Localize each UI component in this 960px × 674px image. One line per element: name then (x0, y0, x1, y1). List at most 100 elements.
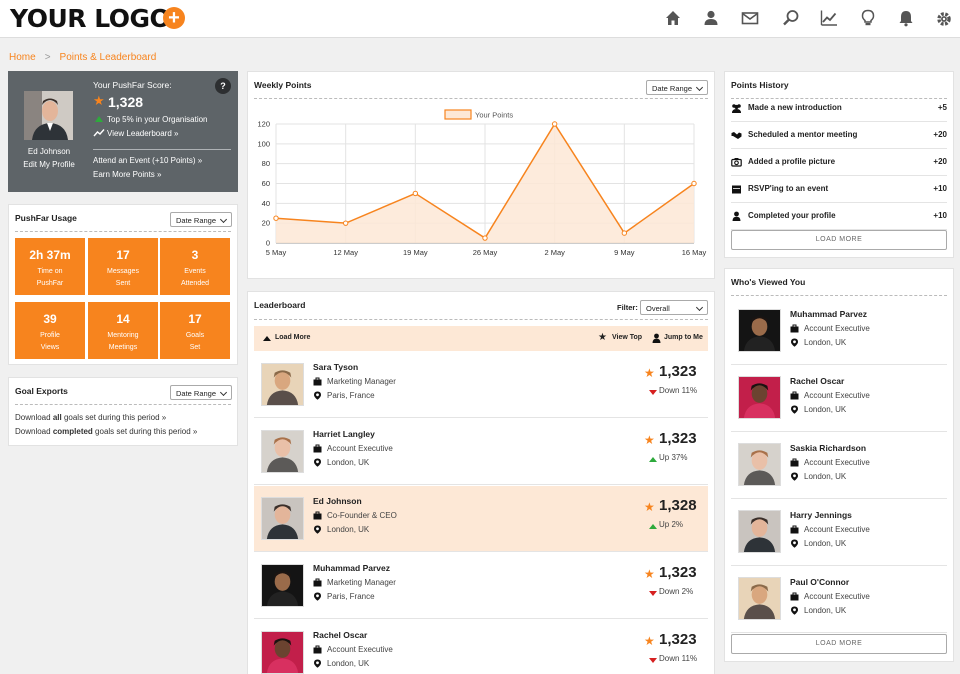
viewer-name[interactable]: Muhammad Parvez (790, 309, 867, 319)
person-score: 1,328 (659, 497, 697, 514)
edit-profile-link[interactable]: Edit My Profile (8, 160, 90, 169)
location-pin-icon (313, 525, 322, 534)
avatar[interactable] (738, 376, 781, 419)
leaderboard-row[interactable]: Muhammad Parvez Marketing Manager Paris, F… (254, 553, 708, 619)
goal-exports-date-range-select[interactable]: Date Range (170, 385, 232, 400)
person-name[interactable]: Rachel Oscar (313, 630, 367, 640)
search-icon[interactable] (782, 9, 800, 27)
viewers-load-more-button[interactable]: LOAD MORE (731, 634, 947, 654)
data-point (551, 121, 558, 127)
leaderboard-filter-select[interactable]: Overall (640, 300, 708, 315)
history-load-more-button[interactable]: LOAD MORE (731, 230, 947, 250)
history-points: +10 (933, 211, 947, 220)
briefcase-icon (790, 458, 799, 467)
viewer-row[interactable]: Muhammad Parvez Account Executive London, … (731, 298, 947, 365)
leaderboard-row[interactable]: Ed Johnson Co-Founder & CEO London, UK ★ 1,3… (254, 486, 708, 552)
viewer-row[interactable]: Rachel Oscar Account Executive London, UK (731, 365, 947, 432)
person-role: Marketing Manager (327, 377, 396, 386)
avatar[interactable] (261, 430, 304, 473)
jump-to-me-link[interactable]: Jump to Me (664, 334, 703, 341)
download-all-link[interactable]: Download all goals set during this perio… (15, 413, 166, 422)
gear-icon[interactable] (935, 10, 951, 26)
avatar[interactable] (261, 363, 304, 406)
tile-label-line1: Events (184, 268, 206, 275)
history-item: Made a new introduction +5 (731, 95, 947, 122)
view-leaderboard-link[interactable]: View Leaderboard » (107, 129, 178, 138)
tile-value: 2h 37m (29, 248, 71, 262)
viewer-name[interactable]: Harry Jennings (790, 510, 852, 520)
breadcrumb-current[interactable]: Points & Leaderboard (60, 52, 157, 63)
viewer-row[interactable]: Saskia Richardson Account Executive London… (731, 432, 947, 499)
data-point (273, 215, 279, 221)
user-icon (731, 211, 742, 221)
viewer-row[interactable]: Harry Jennings Account Executive London, U… (731, 499, 947, 566)
history-label: Scheduled a mentor meeting (748, 130, 858, 139)
viewer-location: London, UK (804, 338, 847, 347)
avatar[interactable] (738, 577, 781, 620)
star-icon: ★ (644, 366, 655, 380)
profile-name: Ed Johnson (27, 147, 71, 156)
history-item: Completed your profile +10 (731, 203, 947, 230)
person-role: Account Executive (327, 444, 393, 453)
briefcase-icon (790, 324, 799, 333)
lightbulb-icon[interactable] (859, 9, 877, 27)
y-tick-label: 60 (262, 179, 270, 188)
up-arrow-icon (95, 116, 103, 122)
viewer-location: London, UK (804, 539, 847, 548)
trend-icon[interactable] (820, 9, 838, 27)
avatar[interactable] (261, 497, 304, 540)
briefcase-icon (313, 578, 322, 587)
person-name[interactable]: Muhammad Parvez (313, 563, 390, 573)
user-icon[interactable] (702, 9, 720, 27)
avatar[interactable] (261, 564, 304, 607)
viewer-name[interactable]: Rachel Oscar (790, 376, 844, 386)
score-trend: Up 37% (659, 453, 688, 462)
viewers-divider (731, 295, 947, 296)
person-name[interactable]: Sara Tyson (313, 362, 358, 372)
usage-date-range-select[interactable]: Date Range (170, 212, 232, 227)
tile-value: 17 (116, 248, 130, 262)
weekly-date-range-select[interactable]: Date Range (646, 80, 708, 95)
avatar[interactable] (24, 91, 73, 140)
score-trend: Up 2% (659, 520, 684, 529)
leaderboard-row[interactable]: Harriet Langley Account Executive London, … (254, 419, 708, 485)
bell-icon[interactable] (897, 9, 915, 27)
person-name[interactable]: Harriet Langley (313, 429, 375, 439)
view-top-link[interactable]: View Top (612, 334, 642, 341)
viewer-row[interactable]: Paul O'Connor Account Executive London, UK (731, 566, 947, 633)
score-trend: Down 11% (659, 386, 698, 395)
person-name[interactable]: Ed Johnson (313, 496, 362, 506)
avatar[interactable] (261, 631, 304, 674)
down-arrow-icon (649, 390, 657, 395)
tile-label-line2: Set (189, 344, 201, 351)
avatar[interactable] (738, 443, 781, 486)
points-history-title: Points History (731, 80, 789, 90)
handshake-icon (731, 130, 742, 140)
home-icon[interactable] (664, 9, 682, 27)
breadcrumb-home[interactable]: Home (9, 52, 36, 63)
download-completed-link[interactable]: Download completed goals set during this… (15, 427, 197, 436)
avatar[interactable] (738, 309, 781, 352)
logo-text[interactable]: YOUR LOGO (10, 4, 171, 33)
y-tick-label: 20 (262, 219, 270, 228)
viewer-name[interactable]: Saskia Richardson (790, 443, 866, 453)
usage-tile: 14 Mentoring Meetings (88, 302, 158, 359)
user-icon (652, 333, 661, 343)
leaderboard-row[interactable]: Sara Tyson Marketing Manager Paris, France… (254, 352, 708, 418)
attend-event-link[interactable]: Attend an Event (+10 Points) » (93, 156, 202, 165)
legend-label: Your Points (475, 111, 513, 120)
weekly-points-chart: Your Points 0 20 40 60 80 100 120 5 May 12 May 19 … (257, 109, 707, 257)
briefcase-icon (313, 377, 322, 386)
load-more-link[interactable]: Load More (275, 334, 310, 341)
viewer-name[interactable]: Paul O'Connor (790, 577, 849, 587)
location-pin-icon (790, 338, 799, 347)
mail-icon[interactable] (741, 9, 759, 27)
earn-more-link[interactable]: Earn More Points » (93, 170, 161, 179)
location-pin-icon (790, 539, 799, 548)
avatar[interactable] (738, 510, 781, 553)
leaderboard-row[interactable]: Rachel Oscar Account Executive London, UK ★… (254, 620, 708, 674)
help-icon[interactable]: ? (215, 78, 231, 94)
person-role: Co-Founder & CEO (327, 511, 397, 520)
star-icon: ★ (598, 332, 607, 343)
goal-exports-title: Goal Exports (15, 386, 68, 396)
